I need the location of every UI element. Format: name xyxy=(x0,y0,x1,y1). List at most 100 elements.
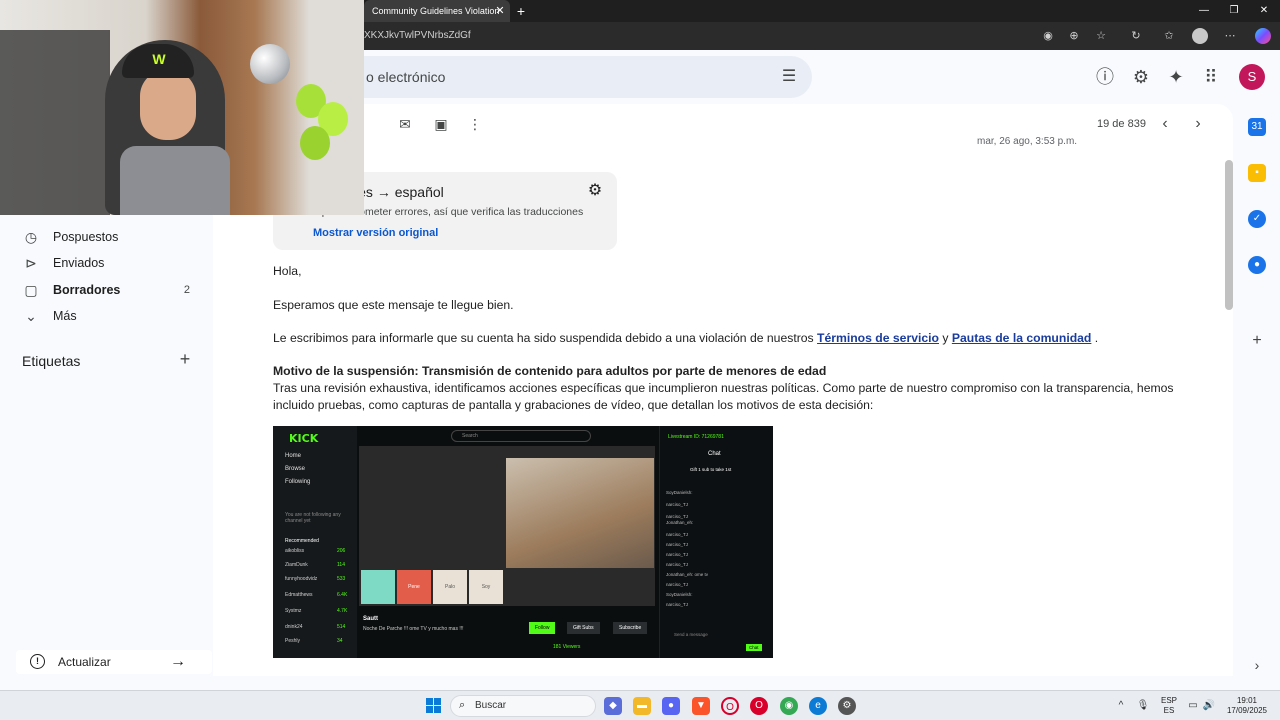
tray-chevron-icon[interactable]: ^ xyxy=(1114,699,1128,713)
community-guidelines-link[interactable]: Pautas de la comunidad xyxy=(952,331,1092,345)
show-original-link[interactable]: Mostrar versión original xyxy=(313,227,438,239)
kick-chat-line: Jonathan_eh: ome tv xyxy=(666,572,709,577)
kick-recommended-name: aikobliss xyxy=(285,548,305,554)
sidebar-item-label: Pospuestos xyxy=(53,230,119,244)
new-tab-button[interactable]: + xyxy=(514,0,528,22)
refresh-icon[interactable]: ↻ xyxy=(1128,28,1144,44)
taskbar-search-label: Buscar xyxy=(475,700,507,711)
keep-icon[interactable]: ▪ xyxy=(1248,164,1266,182)
mark-unread-icon[interactable]: ✉ xyxy=(395,114,415,134)
opera-icon[interactable]: O xyxy=(750,697,768,715)
file-explorer-icon[interactable]: ▬ xyxy=(633,697,651,715)
kick-recommended-count: 6.4K xyxy=(337,592,348,598)
sidebar-item-more[interactable]: ⌄ Más xyxy=(0,303,205,329)
kick-recommended-name: ZiamDunk xyxy=(285,562,308,568)
kick-logo: KICK xyxy=(289,432,319,445)
gemini-sparkle-icon[interactable]: ✦ xyxy=(1165,66,1187,88)
avatar[interactable]: S xyxy=(1239,64,1265,90)
eye-icon[interactable]: ◉ xyxy=(1040,28,1056,44)
suspension-reason-body: Tras una revisión exhaustiva, identifica… xyxy=(273,381,1174,412)
edge-icon[interactable]: e xyxy=(809,697,827,715)
kick-streamer-name: Sautt xyxy=(363,616,378,622)
move-to-icon[interactable]: ▣ xyxy=(431,114,451,134)
zoom-icon[interactable]: ⊕ xyxy=(1066,28,1082,44)
microphone-icon[interactable]: 🎙 xyxy=(1136,699,1150,713)
calendar-icon[interactable]: 31 xyxy=(1248,118,1266,136)
kick-chat-button: Chat xyxy=(746,644,762,651)
add-addon-icon[interactable]: + xyxy=(1248,332,1266,350)
add-label-icon[interactable]: + xyxy=(176,350,194,368)
terms-of-service-link[interactable]: Términos de servicio xyxy=(817,331,939,345)
display-icon[interactable]: ▭ xyxy=(1186,699,1200,713)
copilot-app-icon[interactable]: ◆ xyxy=(604,697,622,715)
tasks-icon[interactable]: ✓ xyxy=(1248,210,1266,228)
kick-viewers: 181 Viewers xyxy=(553,644,581,650)
update-button[interactable]: ! Actualizar → xyxy=(16,650,212,674)
help-icon[interactable]: ⓘ xyxy=(1094,66,1116,88)
kick-webcam-feed xyxy=(506,458,654,568)
favorites-icon[interactable]: ✩ xyxy=(1161,28,1177,44)
discord-icon[interactable]: ● xyxy=(662,697,680,715)
taskbar-search[interactable]: ⌕ Buscar xyxy=(450,695,596,717)
kick-stream-title: Noche De Parche !!! ome TV y mucho mas !… xyxy=(363,626,464,632)
settings-gear-icon[interactable]: ⚙ xyxy=(1130,66,1152,88)
kick-chat-line: narciso_TJ xyxy=(666,532,689,537)
kick-chat-line: SoyDanielsh: xyxy=(666,592,693,597)
kick-chat-line: narciso_TJ xyxy=(666,542,689,547)
language-top: ESP xyxy=(1160,696,1177,705)
kick-gift-subs-button: Gift Subs xyxy=(567,622,600,634)
sidebar-item-snoozed[interactable]: ◷ Pospuestos xyxy=(0,224,205,250)
tab-title: Community Guidelines Violation xyxy=(372,6,500,16)
webcam-shirt xyxy=(120,146,230,215)
search-placeholder: o electrónico xyxy=(366,69,446,85)
more-vert-icon[interactable]: ⋮ xyxy=(465,114,485,134)
volume-icon[interactable]: 🔊 xyxy=(1202,699,1216,713)
chevron-right-icon[interactable]: › xyxy=(1248,656,1266,674)
drafts-count: 2 xyxy=(183,284,190,296)
star-icon[interactable]: ☆ xyxy=(1093,28,1109,44)
tab-community-guidelines[interactable]: Community Guidelines Violation xyxy=(364,0,510,22)
clock-date: 17/09/2025 xyxy=(1226,706,1268,715)
url-field[interactable]: XKXJkvTwlPVNrbsZdGf xyxy=(364,22,471,50)
maximize-button[interactable]: ❐ xyxy=(1218,0,1250,22)
windows-start-icon[interactable] xyxy=(426,698,442,714)
webcam-overlay: W xyxy=(0,0,364,215)
chevron-down-icon: ⌄ xyxy=(25,308,37,324)
taskbar: ⌕ Buscar ◆ ▬ ● ▼ O O ◉ e ⚙ ^ 🎙 ESP ES ▭ … xyxy=(0,690,1280,720)
chrome-icon[interactable]: ◉ xyxy=(780,697,798,715)
kick-subscribe-button: Subscribe xyxy=(613,622,648,634)
email-view: ✉ ▣ ⋮ 19 de 839 ‹ › mar, 26 ago, 3:53 p.… xyxy=(213,104,1233,676)
translation-settings-icon[interactable]: ⚙ xyxy=(586,182,604,200)
email-greeting: Hola, xyxy=(273,264,302,278)
brave-icon[interactable]: ▼ xyxy=(692,697,710,715)
profile-icon[interactable] xyxy=(1192,28,1208,44)
opera-gx-icon[interactable]: O xyxy=(721,697,739,715)
app-icon[interactable]: ⚙ xyxy=(838,697,856,715)
chevron-right-icon[interactable]: › xyxy=(1188,114,1208,134)
scrollbar[interactable] xyxy=(1225,160,1233,310)
kick-recommended-name: Peshly xyxy=(285,638,301,644)
more-icon[interactable]: ⋯ xyxy=(1222,28,1238,44)
kick-recommended-count: 114 xyxy=(337,562,345,568)
copilot-icon[interactable] xyxy=(1255,28,1271,44)
evidence-screenshot[interactable]: KICK Home Browse Following You are not f… xyxy=(273,426,773,658)
sidebar-item-label: Enviados xyxy=(53,256,105,270)
sidebar-item-drafts[interactable]: ▢ Borradores 2 xyxy=(0,277,205,303)
language-indicator[interactable]: ESP ES xyxy=(1158,696,1180,716)
close-window-button[interactable]: ✕ xyxy=(1248,0,1280,22)
search-options-icon[interactable]: ☰ xyxy=(780,68,798,86)
update-label: Actualizar xyxy=(58,655,111,669)
contacts-icon[interactable]: ● xyxy=(1248,256,1266,274)
side-panel: 31 ▪ ✓ ● + › xyxy=(1240,104,1280,690)
sidebar-item-sent[interactable]: ⊳ Enviados xyxy=(0,250,205,276)
apps-grid-icon[interactable]: ⠿ xyxy=(1200,66,1222,88)
clock[interactable]: 19:01 17/09/2025 xyxy=(1222,696,1272,716)
draft-icon: ▢ xyxy=(24,282,38,298)
close-tab-icon[interactable]: ✕ xyxy=(494,0,506,22)
kick-recommended-title: Recommended xyxy=(285,538,319,544)
info-icon: ! xyxy=(30,654,45,669)
pager: 19 de 839 xyxy=(1097,118,1146,130)
chevron-left-icon[interactable]: ‹ xyxy=(1155,114,1175,134)
minimize-button[interactable]: — xyxy=(1188,0,1220,22)
kick-recommended-name: Systmz xyxy=(285,608,302,614)
